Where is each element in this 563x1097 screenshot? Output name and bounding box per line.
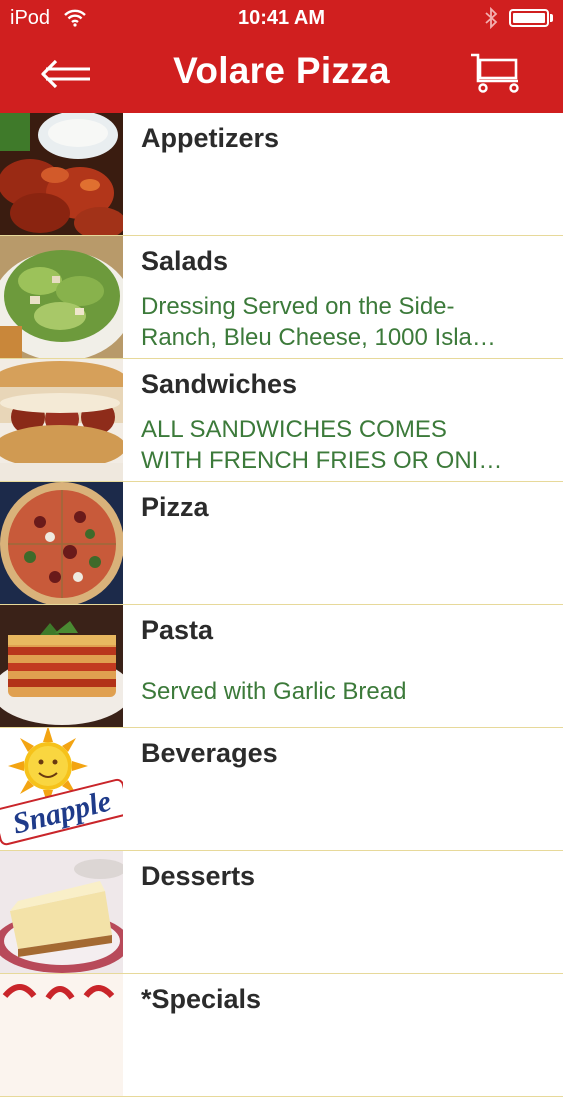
- status-bar: iPod 10:41 AM: [0, 0, 563, 38]
- category-row-specials[interactable]: *Specials: [0, 974, 563, 1097]
- category-list: Appetizers Salads Dressing Served on the…: [0, 113, 563, 1097]
- category-description: Dressing Served on the Side- Ranch, Bleu…: [141, 291, 541, 353]
- cart-icon[interactable]: [468, 51, 524, 95]
- category-title: Desserts: [141, 861, 256, 891]
- bluetooth-icon: [485, 7, 498, 29]
- pizza-image: [0, 482, 123, 604]
- chicken-wings-image: [0, 113, 123, 235]
- category-title: Sandwiches: [141, 369, 298, 399]
- category-row-pasta[interactable]: Pasta Served with Garlic Bread: [0, 605, 563, 728]
- category-description-line: ALL SANDWICHES COMES: [141, 416, 447, 443]
- specials-image: [0, 974, 123, 1096]
- category-description: ALL SANDWICHES COMES WITH FRENCH FRIES O…: [141, 414, 541, 476]
- category-title: Appetizers: [141, 123, 280, 153]
- category-row-desserts[interactable]: Desserts: [0, 851, 563, 974]
- category-row-appetizers[interactable]: Appetizers: [0, 113, 563, 236]
- category-row-pizza[interactable]: Pizza: [0, 482, 563, 605]
- category-title: Pizza: [141, 492, 209, 522]
- battery-tip: [550, 14, 553, 22]
- category-description-line: Ranch, Bleu Cheese, 1000 Isla…: [141, 324, 496, 351]
- snapple-logo: Snapple: [0, 728, 123, 850]
- cheesecake-image: [0, 851, 123, 973]
- category-row-sandwiches[interactable]: Sandwiches ALL SANDWICHES COMES WITH FRE…: [0, 359, 563, 482]
- category-title: Beverages: [141, 738, 278, 768]
- category-description-line: Dressing Served on the Side-: [141, 293, 455, 320]
- lasagna-image: [0, 605, 123, 727]
- status-time: 10:41 AM: [237, 7, 326, 29]
- caesar-salad-image: [0, 236, 123, 358]
- category-description-line: WITH FRENCH FRIES OR ONI…: [141, 447, 503, 474]
- category-row-salads[interactable]: Salads Dressing Served on the Side- Ranc…: [0, 236, 563, 359]
- meatball-sub-image: [0, 359, 123, 481]
- category-description: Served with Garlic Bread: [141, 676, 541, 707]
- category-title: Pasta: [141, 615, 214, 645]
- category-description-line: Served with Garlic Bread: [141, 678, 407, 705]
- category-title: Salads: [141, 246, 229, 276]
- battery-icon: [509, 9, 549, 27]
- category-row-beverages[interactable]: Snapple Beverages: [0, 728, 563, 851]
- nav-bar: iPod 10:41 AM Volare Pizza: [0, 0, 563, 113]
